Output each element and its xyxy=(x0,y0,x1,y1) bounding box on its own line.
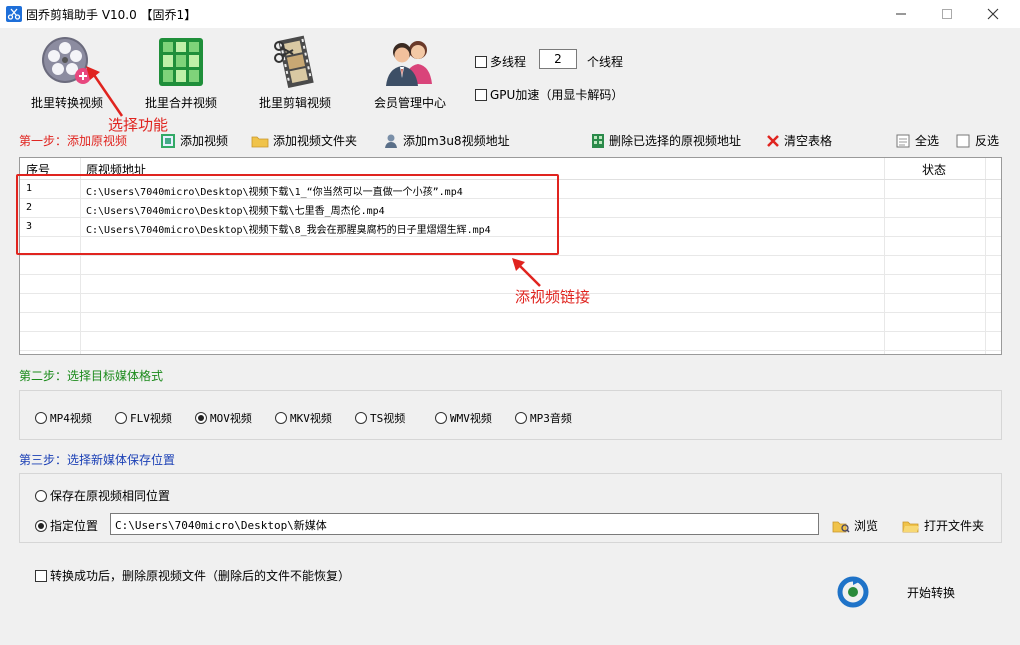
radio-ts[interactable] xyxy=(355,412,367,424)
delete-after-option[interactable]: 转换成功后，删除原视频文件（删除后的文件不能恢复） xyxy=(35,567,350,584)
multithread-option[interactable]: 多线程 xyxy=(475,53,526,70)
select-all-icon xyxy=(896,134,910,147)
multithread-checkbox[interactable] xyxy=(475,55,487,68)
clear-table-button[interactable]: 清空表格 xyxy=(766,132,832,149)
invert-select-button[interactable]: 反选 xyxy=(955,132,999,149)
format-option-ts[interactable]: TS视频 xyxy=(355,410,405,426)
browse-button[interactable]: 浏览 xyxy=(832,517,878,534)
batch-edit-button[interactable]: 批里剪辑视频 xyxy=(240,34,350,114)
format-option-wmv[interactable]: WMV视频 xyxy=(435,410,492,426)
film-strip-scissors-icon xyxy=(274,35,314,88)
specify-location-option[interactable]: 指定位置 xyxy=(35,517,98,534)
add-video-label: 添加视频 xyxy=(180,134,229,148)
maximize-icon xyxy=(942,9,952,19)
scissors-app-icon xyxy=(6,6,22,22)
column-header-status: 状态 xyxy=(922,163,947,177)
open-folder-label: 打开文件夹 xyxy=(924,519,985,533)
close-icon xyxy=(987,8,999,20)
same-location-label: 保存在原视频相同位置 xyxy=(50,489,171,503)
add-folder-label: 添加视频文件夹 xyxy=(273,134,358,148)
radio-mov[interactable] xyxy=(195,412,207,424)
select-all-label: 全选 xyxy=(915,134,940,148)
step1-label: 第一步：添加原视频 xyxy=(19,134,128,148)
format-label: MKV视频 xyxy=(290,412,332,425)
member-center-label: 会员管理中心 xyxy=(373,96,446,110)
multithread-label: 多线程 xyxy=(490,55,527,69)
radio-wmv[interactable] xyxy=(435,412,447,424)
step2-label: 第二步：选择目标媒体格式 xyxy=(19,369,164,383)
maximize-button[interactable] xyxy=(924,0,970,28)
delete-after-label: 转换成功后，删除原视频文件（删除后的文件不能恢复） xyxy=(50,569,351,583)
add-m3u8-button[interactable]: 添加m3u8视频地址 xyxy=(383,132,510,149)
step3-label: 第三步：选择新媒体保存位置 xyxy=(19,453,176,467)
start-convert-icon[interactable] xyxy=(836,575,870,609)
delete-after-checkbox[interactable] xyxy=(35,569,47,582)
radio-flv[interactable] xyxy=(115,412,127,424)
radio-specify-location[interactable] xyxy=(35,519,47,532)
annotation-arrow-links xyxy=(512,258,541,287)
format-option-mp4[interactable]: MP4视频 xyxy=(35,410,92,426)
radio-mp3[interactable] xyxy=(515,412,527,424)
merge-grid-icon xyxy=(159,38,203,86)
minimize-icon xyxy=(896,13,906,15)
browse-label: 浏览 xyxy=(854,519,879,533)
format-label: MP3音频 xyxy=(530,412,572,425)
batch-merge-button[interactable]: 批里合并视频 xyxy=(126,34,236,114)
batch-edit-label: 批里剪辑视频 xyxy=(258,96,331,110)
delete-selected-button[interactable]: 删除已选择的原视频地址 xyxy=(591,132,741,149)
format-label: FLV视频 xyxy=(130,412,172,425)
start-convert-button[interactable]: 开始转换 xyxy=(907,584,955,601)
batch-merge-label: 批里合并视频 xyxy=(144,96,217,110)
specify-location-label: 指定位置 xyxy=(50,519,99,533)
clear-table-label: 清空表格 xyxy=(784,134,833,148)
format-label: MP4视频 xyxy=(50,412,92,425)
add-m3u8-label: 添加m3u8视频地址 xyxy=(403,134,510,148)
add-video-icon xyxy=(161,133,175,148)
minimize-button[interactable] xyxy=(878,0,924,28)
radio-mp4[interactable] xyxy=(35,412,47,424)
format-option-mkv[interactable]: MKV视频 xyxy=(275,410,332,426)
format-option-flv[interactable]: FLV视频 xyxy=(115,410,172,426)
invert-select-label: 反选 xyxy=(975,134,1000,148)
thread-count-input[interactable]: 2 xyxy=(539,49,577,69)
add-video-button[interactable]: 添加视频 xyxy=(160,132,228,149)
close-button[interactable] xyxy=(970,0,1016,28)
format-option-mp3[interactable]: MP3音频 xyxy=(515,410,572,426)
thread-unit-label: 个线程 xyxy=(587,55,624,69)
invert-select-icon xyxy=(956,134,970,147)
link-user-icon xyxy=(385,134,397,148)
delete-selected-label: 删除已选择的原视频地址 xyxy=(609,134,742,148)
annotation-highlight-box xyxy=(16,174,559,255)
gpu-checkbox[interactable] xyxy=(475,88,487,101)
members-icon xyxy=(386,41,432,86)
browse-folder-icon xyxy=(832,521,850,533)
format-label: TS视频 xyxy=(370,412,406,425)
select-all-button[interactable]: 全选 xyxy=(895,132,939,149)
format-label: MOV视频 xyxy=(210,412,252,425)
radio-same-location[interactable] xyxy=(35,489,47,502)
save-path-input[interactable]: C:\Users\7040micro\Desktop\新媒体 xyxy=(110,513,819,535)
delete-grid-icon xyxy=(592,133,604,148)
gpu-label: GPU加速（用显卡解码） xyxy=(490,88,624,102)
folder-icon xyxy=(251,136,269,147)
annotation-add-links: 添视频链接 xyxy=(515,288,591,306)
red-x-icon xyxy=(767,134,779,147)
same-location-option[interactable]: 保存在原视频相同位置 xyxy=(35,487,170,504)
format-option-mov[interactable]: MOV视频 xyxy=(195,410,252,426)
gpu-option[interactable]: GPU加速（用显卡解码） xyxy=(475,86,623,103)
window-title: 固乔剪辑助手 V10.0 【固乔1】 xyxy=(26,8,197,22)
radio-mkv[interactable] xyxy=(275,412,287,424)
add-folder-button[interactable]: 添加视频文件夹 xyxy=(251,132,357,149)
member-center-button[interactable]: 会员管理中心 xyxy=(355,34,465,114)
format-label: WMV视频 xyxy=(450,412,492,425)
open-folder-button[interactable]: 打开文件夹 xyxy=(902,517,984,534)
open-folder-icon xyxy=(902,521,919,532)
